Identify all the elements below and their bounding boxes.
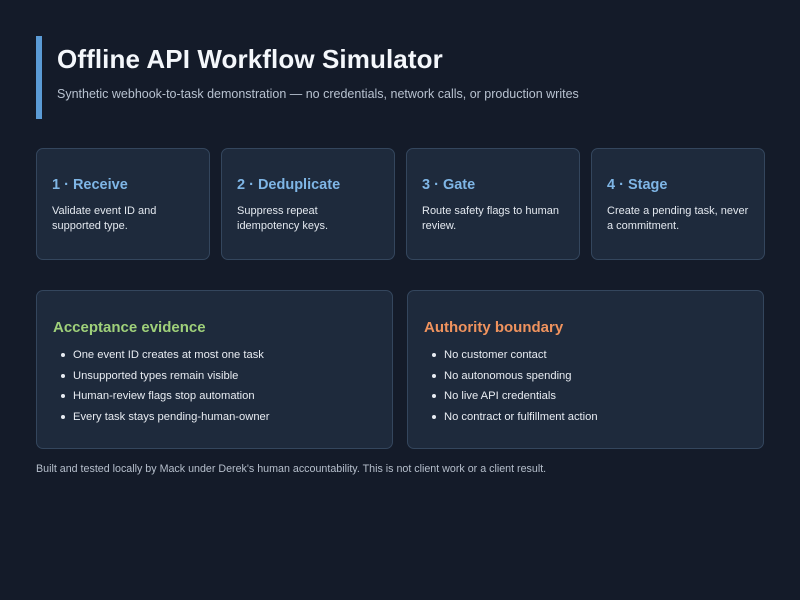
list-item-text: No contract or fulfillment action <box>444 411 598 424</box>
step-title: 4 · Stage <box>607 177 668 193</box>
step-description: Validate event ID and supported type. <box>52 205 157 232</box>
step-card-stage: 4 · Stage Create a pending task, never a… <box>591 148 765 260</box>
acceptance-evidence-title: Acceptance evidence <box>53 319 206 336</box>
bullet-icon <box>61 373 65 378</box>
authority-boundary-title: Authority boundary <box>424 319 564 336</box>
step-card-receive: 1 · Receive Validate event ID and suppor… <box>36 148 210 260</box>
step-description: Route safety flags to human review. <box>422 205 559 232</box>
workflow-steps: 1 · Receive Validate event ID and suppor… <box>36 148 765 260</box>
bullet-icon <box>432 394 436 399</box>
bullet-icon <box>432 353 436 357</box>
list-item-text: No autonomous spending <box>444 369 572 382</box>
list-item: One event ID creates at most one task <box>53 345 376 366</box>
bullet-icon <box>432 373 436 378</box>
page-header: Offline API Workflow Simulator Synthetic… <box>36 36 636 119</box>
list-item-text: Human-review flags stop automation <box>73 390 255 403</box>
list-item-text: No customer contact <box>444 349 547 361</box>
list-item-text: Unsupported types remain visible <box>73 369 239 382</box>
page-title: Offline API Workflow Simulator <box>57 44 443 74</box>
acceptance-evidence-list: One event ID creates at most one task Un… <box>53 345 376 428</box>
step-description: Suppress repeat idempotency keys. <box>237 205 329 232</box>
acceptance-evidence-panel: Acceptance evidence One event ID creates… <box>36 290 393 449</box>
list-item: Human-review flags stop automation <box>53 386 376 407</box>
bullet-icon <box>61 415 65 420</box>
step-card-gate: 3 · Gate Route safety flags to human rev… <box>406 148 580 260</box>
step-title: 2 · Deduplicate <box>237 177 341 193</box>
list-item: No live API credentials <box>424 386 747 407</box>
list-item: Unsupported types remain visible <box>53 366 376 387</box>
list-item: Every task stays pending-human-owner <box>53 407 376 428</box>
bullet-icon <box>61 394 65 399</box>
list-item: No contract or fulfillment action <box>424 407 747 428</box>
step-title: 1 · Receive <box>52 177 128 193</box>
bullet-icon <box>432 415 436 420</box>
list-item: No customer contact <box>424 345 747 366</box>
bullet-icon <box>61 353 65 357</box>
page-subtitle: Synthetic webhook-to-task demonstration … <box>57 87 579 101</box>
list-item: No autonomous spending <box>424 366 747 387</box>
step-card-deduplicate: 2 · Deduplicate Suppress repeat idempote… <box>221 148 395 260</box>
authority-boundary-panel: Authority boundary No customer contact N… <box>407 290 764 449</box>
footer-note: Built and tested locally by Mack under D… <box>36 463 547 475</box>
list-item-text: No live API credentials <box>444 390 556 403</box>
list-item-text: Every task stays pending-human-owner <box>73 411 270 424</box>
authority-boundary-list: No customer contact No autonomous spendi… <box>424 345 747 428</box>
list-item-text: One event ID creates at most one task <box>73 349 264 361</box>
step-title: 3 · Gate <box>422 177 476 193</box>
step-description: Create a pending task, never a commitmen… <box>607 205 749 232</box>
